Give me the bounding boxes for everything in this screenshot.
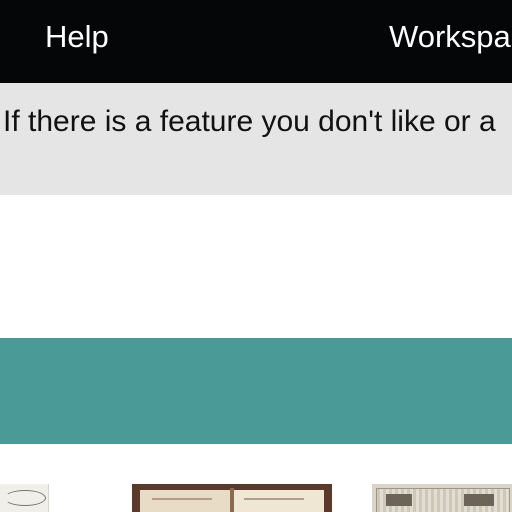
nav-link-workspace[interactable]: Workspa	[389, 19, 511, 55]
book-left-page	[140, 490, 230, 512]
feedback-notice-banner: If there is a feature you don't like or …	[0, 83, 512, 195]
top-navigation-bar: s Help Workspa	[0, 0, 512, 83]
book-text-line	[152, 498, 212, 500]
engraving-detail	[386, 494, 412, 506]
nav-link-help[interactable]: Help	[45, 19, 109, 55]
sketch-thumbnail-icon	[4, 490, 46, 506]
book-spine	[230, 488, 234, 512]
book-text-line	[244, 498, 304, 500]
book-right-page	[234, 490, 324, 512]
gallery-thumbnail-open-book[interactable]	[132, 484, 332, 512]
content-spacer	[0, 195, 512, 338]
gallery-thumbnail-sketch[interactable]	[0, 484, 49, 512]
teal-hero-banner	[0, 338, 512, 444]
gallery-thumbnail-engraving[interactable]	[372, 484, 512, 512]
notice-text: If there is a feature you don't like or …	[3, 105, 496, 138]
engraving-detail	[464, 494, 494, 506]
thumbnail-gallery	[0, 444, 512, 512]
